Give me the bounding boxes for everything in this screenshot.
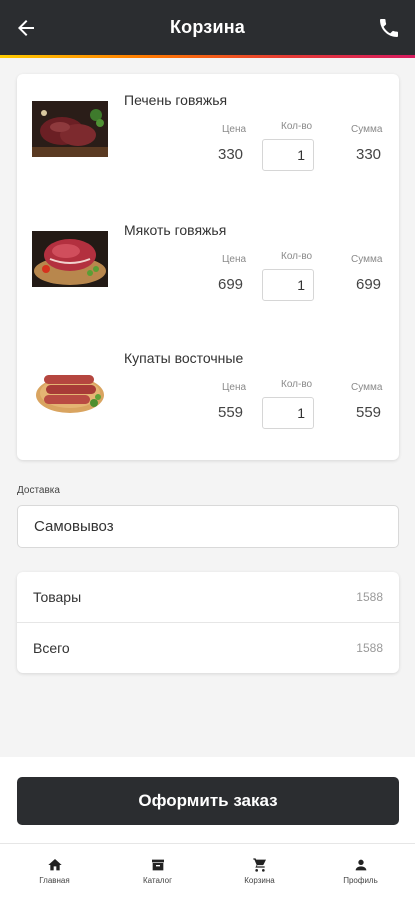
totals-card: Товары 1588 Всего 1588 (17, 572, 399, 673)
nav-label: Каталог (142, 876, 173, 885)
product-image-beef[interactable] (32, 231, 108, 287)
product-image-sausages[interactable] (32, 359, 108, 415)
goods-row: Товары 1588 (17, 572, 399, 622)
quantity-field[interactable]: 1 (262, 397, 314, 429)
product-name: Мякоть говяжья (124, 222, 227, 238)
sum-value: 699 (356, 276, 382, 293)
nav-item-home[interactable]: Главная (3, 844, 106, 900)
nav-item-catalog[interactable]: Каталог (106, 844, 209, 900)
total-label: Всего (33, 640, 70, 656)
product-image-liver[interactable] (32, 101, 108, 157)
bottom-nav: Главная Каталог Корзина Профиль (0, 843, 415, 900)
sum-label: Сумма (351, 382, 383, 393)
total-row: Всего 1588 (17, 623, 399, 673)
nav-label: Главная (39, 876, 70, 885)
cart-item: Мякоть говяжья Цена Кол-во Сумма 699 1 6… (17, 204, 399, 324)
price-value: 559 (218, 404, 244, 421)
price-label: Цена (222, 124, 247, 135)
price-label: Цена (222, 254, 247, 265)
nav-item-profile[interactable]: Профиль (309, 844, 412, 900)
delivery-label: Доставка (17, 485, 60, 496)
home-icon (47, 859, 62, 871)
quantity-field[interactable]: 1 (262, 139, 314, 171)
nav-label: Корзина (244, 876, 275, 885)
sum-label: Сумма (351, 254, 383, 265)
nav-item-cart[interactable]: Корзина (208, 844, 311, 900)
qty-label: Кол-во (281, 379, 313, 390)
delivery-select[interactable]: Самовывоз (17, 505, 399, 548)
cart-item: Печень говяжья Цена Кол-во Сумма 330 1 3… (17, 74, 399, 194)
product-name: Купаты восточные (124, 350, 244, 366)
cart-item: Купаты восточные Цена Кол-во Сумма 559 1… (17, 332, 399, 452)
page-title: Корзина (169, 17, 246, 37)
qty-label: Кол-во (281, 121, 313, 132)
cart-items-card: Печень говяжья Цена Кол-во Сумма 330 1 3… (17, 74, 399, 460)
qty-label: Кол-во (281, 251, 313, 262)
accent-stripe (0, 55, 415, 58)
sum-value: 559 (356, 404, 382, 421)
price-value: 330 (218, 146, 244, 163)
nav-label: Профиль (343, 876, 378, 885)
phone-icon[interactable] (377, 16, 401, 40)
back-arrow-icon[interactable] (14, 16, 38, 40)
total-value: 1588 (356, 641, 383, 655)
price-label: Цена (222, 382, 247, 393)
checkout-button[interactable]: Оформить заказ (17, 777, 399, 825)
profile-icon (355, 859, 366, 871)
sum-label: Сумма (351, 124, 383, 135)
goods-label: Товары (33, 589, 82, 605)
sum-value: 330 (356, 146, 382, 163)
cart-icon (252, 858, 266, 872)
goods-value: 1588 (356, 590, 383, 604)
app-header: Корзина (0, 0, 415, 55)
price-value: 699 (218, 276, 244, 293)
catalog-icon (151, 859, 164, 871)
product-name: Печень говяжья (124, 92, 228, 108)
quantity-field[interactable]: 1 (262, 269, 314, 301)
